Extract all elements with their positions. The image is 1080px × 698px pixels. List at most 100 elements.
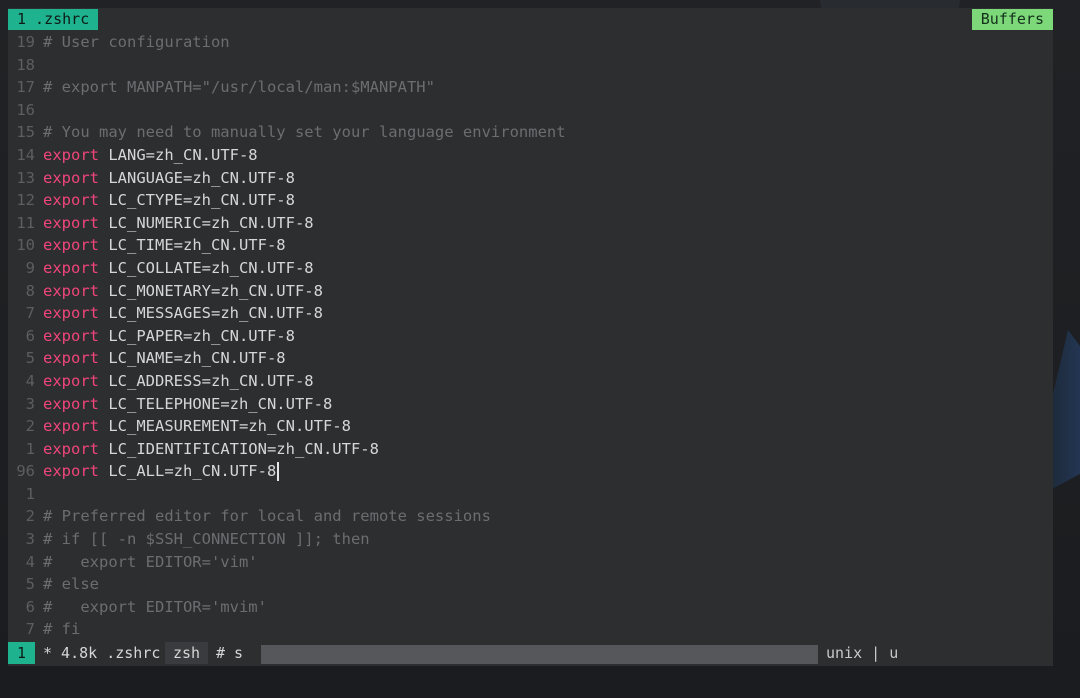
code-token: LC_MESSAGES=zh_CN.UTF-8 <box>99 304 323 323</box>
line-text: # fi <box>43 618 80 641</box>
line-text: export LC_NUMERIC=zh_CN.UTF-8 <box>43 212 314 235</box>
line-text: # User configuration <box>43 31 230 54</box>
editor-line[interactable]: 8 export LC_MONETARY=zh_CN.UTF-8 <box>8 280 1053 303</box>
line-text: export LC_ALL=zh_CN.UTF-8 <box>43 460 279 483</box>
editor-line[interactable]: 6 export LC_PAPER=zh_CN.UTF-8 <box>8 325 1053 348</box>
editor-line[interactable]: 15 # You may need to manually set your la… <box>8 121 1053 144</box>
editor-line[interactable]: 11 export LC_NUMERIC=zh_CN.UTF-8 <box>8 212 1053 235</box>
line-text: export LC_MEASUREMENT=zh_CN.UTF-8 <box>43 415 351 438</box>
comment-token: # export MANPATH="/usr/local/man:$MANPAT… <box>43 78 435 97</box>
line-text: export LC_PAPER=zh_CN.UTF-8 <box>43 325 295 348</box>
editor-line[interactable]: 3 # if [[ -n $SSH_CONNECTION ]]; then <box>8 528 1053 551</box>
editor-line[interactable]: 17 # export MANPATH="/usr/local/man:$MANP… <box>8 76 1053 99</box>
editor-line[interactable]: 2 # Preferred editor for local and remote… <box>8 505 1053 528</box>
editor-line[interactable]: 7 # fi <box>8 618 1053 641</box>
line-text: export LC_ADDRESS=zh_CN.UTF-8 <box>43 370 314 393</box>
editor-line[interactable]: 6 # export EDITOR='mvim' <box>8 596 1053 619</box>
comment-token: # fi <box>43 620 81 639</box>
tab-zshrc[interactable]: 1 .zshrc <box>8 9 99 30</box>
line-number: 1 <box>25 439 35 458</box>
editor-line[interactable]: 7 export LC_MESSAGES=zh_CN.UTF-8 <box>8 302 1053 325</box>
keyword-token: export <box>43 281 99 300</box>
editor-line[interactable]: 9 export LC_COLLATE=zh_CN.UTF-8 <box>8 257 1053 280</box>
keyword-token: export <box>43 191 99 210</box>
line-text: # export EDITOR='vim' <box>43 551 258 574</box>
comment-token: # else <box>43 575 99 594</box>
line-text: # Preferred editor for local and remote … <box>43 505 491 528</box>
line-number: 9 <box>25 258 35 277</box>
editor-line[interactable]: 10 export LC_TIME=zh_CN.UTF-8 <box>8 234 1053 257</box>
line-text: export LANG=zh_CN.UTF-8 <box>43 144 258 167</box>
comment-token: # export EDITOR='mvim' <box>43 597 267 616</box>
keyword-token: export <box>43 236 99 255</box>
code-token: LC_NAME=zh_CN.UTF-8 <box>99 349 286 368</box>
line-text: export LC_NAME=zh_CN.UTF-8 <box>43 347 286 370</box>
line-number: 4 <box>25 552 35 571</box>
editor-line[interactable]: 2 export LC_MEASUREMENT=zh_CN.UTF-8 <box>8 415 1053 438</box>
keyword-token: export <box>43 145 99 164</box>
code-token: LC_ADDRESS=zh_CN.UTF-8 <box>99 371 314 390</box>
terminal-window[interactable]: 1 .zshrc Buffers 19 # User configuration 1… <box>8 8 1053 666</box>
code-token: LC_CTYPE=zh_CN.UTF-8 <box>99 191 295 210</box>
keyword-token: export <box>43 349 99 368</box>
editor-line[interactable]: 4 # export EDITOR='vim' <box>8 551 1053 574</box>
line-text: export LC_CTYPE=zh_CN.UTF-8 <box>43 189 295 212</box>
line-number: 16 <box>16 100 35 119</box>
file-info: * 4.8k .zshrc <box>43 644 161 662</box>
line-number: 19 <box>16 33 35 51</box>
code-token: LC_TIME=zh_CN.UTF-8 <box>99 236 286 255</box>
keyword-token: export <box>43 462 99 481</box>
buffers-indicator[interactable]: Buffers <box>971 9 1053 30</box>
code-token: LC_PAPER=zh_CN.UTF-8 <box>99 326 295 345</box>
line-number: 2 <box>25 507 35 526</box>
comment-token: # You may need to manually set your lang… <box>43 123 566 142</box>
editor-line[interactable]: 5 export LC_NAME=zh_CN.UTF-8 <box>8 347 1053 370</box>
code-token: LC_TELEPHONE=zh_CN.UTF-8 <box>99 394 333 413</box>
line-number: 7 <box>25 620 35 639</box>
line-number: 3 <box>25 394 35 413</box>
comment-token: # export EDITOR='vim' <box>43 552 258 571</box>
tabline: 1 .zshrc Buffers <box>8 8 1053 30</box>
code-token: LC_MONETARY=zh_CN.UTF-8 <box>99 281 323 300</box>
line-text: export LC_MONETARY=zh_CN.UTF-8 <box>43 280 323 303</box>
editor-line[interactable]: 4 export LC_ADDRESS=zh_CN.UTF-8 <box>8 370 1053 393</box>
code-token: LANGUAGE=zh_CN.UTF-8 <box>99 168 295 187</box>
editor-line[interactable]: 16 <box>8 99 1053 122</box>
keyword-token: export <box>43 168 99 187</box>
line-text: export LC_COLLATE=zh_CN.UTF-8 <box>43 257 314 280</box>
statusline-fill <box>261 645 818 664</box>
editor-line[interactable]: 19 # User configuration <box>8 31 1053 54</box>
code-token: LANG=zh_CN.UTF-8 <box>99 145 258 164</box>
line-text: # else <box>43 573 99 596</box>
line-text: export LC_TELEPHONE=zh_CN.UTF-8 <box>43 393 332 416</box>
line-number: 1 <box>25 484 35 503</box>
line-number: 18 <box>16 55 35 74</box>
editor-line[interactable]: 96 export LC_ALL=zh_CN.UTF-8 <box>8 460 1053 483</box>
editor-line[interactable]: 1 <box>8 483 1053 506</box>
code-token: LC_MEASUREMENT=zh_CN.UTF-8 <box>99 417 351 436</box>
editor-line[interactable]: 13 export LANGUAGE=zh_CN.UTF-8 <box>8 167 1053 190</box>
keyword-token: export <box>43 326 99 345</box>
mode-indicator: 1 <box>8 642 35 664</box>
line-number: 96 <box>16 462 35 481</box>
line-number: 11 <box>16 213 35 232</box>
editor-line[interactable]: 12 export LC_CTYPE=zh_CN.UTF-8 <box>8 189 1053 212</box>
text-cursor <box>277 462 279 482</box>
keyword-token: export <box>43 371 99 390</box>
line-number: 12 <box>16 191 35 210</box>
code-token: LC_ALL=zh_CN.UTF-8 <box>99 462 277 481</box>
editor-line[interactable]: 1 export LC_IDENTIFICATION=zh_CN.UTF-8 <box>8 438 1053 461</box>
line-number: 5 <box>25 349 35 368</box>
line-number: 13 <box>16 168 35 187</box>
editor-line[interactable]: 3 export LC_TELEPHONE=zh_CN.UTF-8 <box>8 393 1053 416</box>
code-token: LC_IDENTIFICATION=zh_CN.UTF-8 <box>99 439 379 458</box>
line-number: 6 <box>25 597 35 616</box>
line-number: 15 <box>16 123 35 142</box>
editor-buffer[interactable]: 19 # User configuration 18 17 # export MANPA… <box>8 31 1053 641</box>
editor-line[interactable]: 18 <box>8 54 1053 77</box>
line-text: # export MANPATH="/usr/local/man:$MANPAT… <box>43 76 435 99</box>
comment-token: # if [[ -n $SSH_CONNECTION ]]; then <box>43 530 370 549</box>
editor-line[interactable]: 5 # else <box>8 573 1053 596</box>
line-number: 14 <box>16 145 35 164</box>
editor-line[interactable]: 14 export LANG=zh_CN.UTF-8 <box>8 144 1053 167</box>
